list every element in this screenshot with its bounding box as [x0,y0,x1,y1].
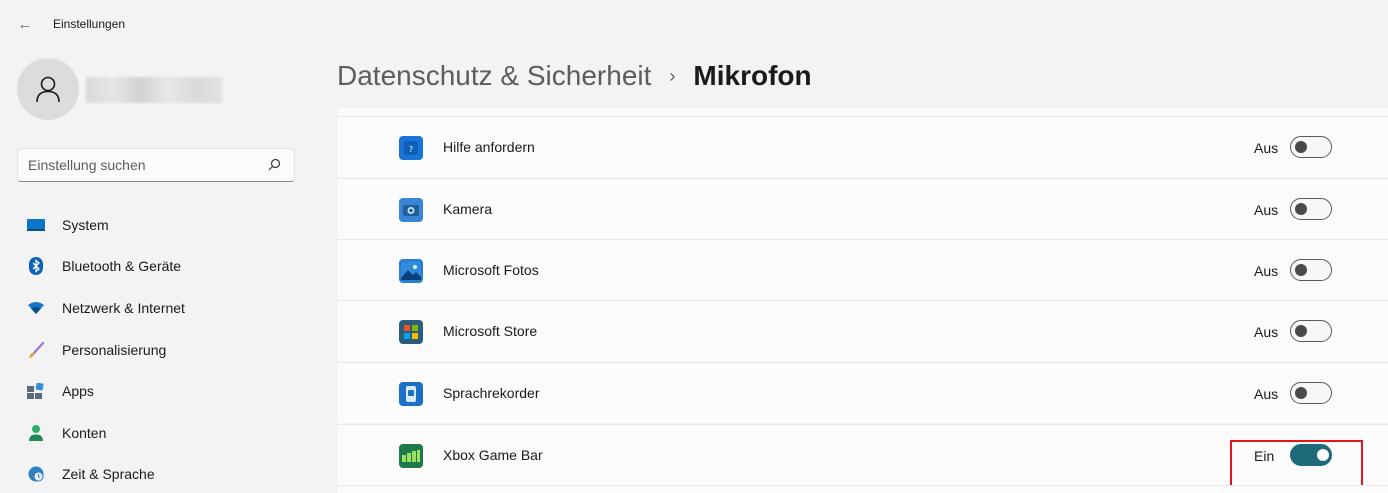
person-icon [36,76,60,103]
sidebar-item-time-language[interactable]: Zeit & Sprache [17,454,307,493]
search-input[interactable] [28,155,258,175]
toggle-knob [1295,203,1307,215]
mic-access-toggle[interactable] [1290,136,1332,158]
page-title: Mikrofon [693,60,812,91]
sidebar-item-label: Konten [62,424,107,441]
list-item-camera: Kamera Aus [338,178,1388,239]
search-icon[interactable] [266,157,282,173]
toggle-knob [1295,387,1307,399]
avatar[interactable] [17,58,79,120]
title-bar: ← Einstellungen [0,0,1388,50]
toggle-knob [1295,141,1307,153]
sidebar-item-label: System [62,216,109,233]
search-box[interactable] [17,148,295,182]
app-permission-list: ? Hilfe anfordern Aus Kamera Aus Microso… [338,108,1388,493]
toggle-state-label: Aus [1254,386,1279,402]
toggle-knob [1295,264,1307,276]
app-name: Kamera [443,201,493,217]
sidebar-item-label: Bluetooth & Geräte [62,258,182,275]
highlight-box [1230,440,1363,488]
sidebar-item-system[interactable]: System [17,204,307,246]
toggle-state-label: Aus [1254,324,1279,340]
mic-access-toggle[interactable] [1290,198,1332,220]
app-name: Hilfe anfordern [443,139,535,155]
app-name: Microsoft Fotos [443,262,539,278]
list-item-recorder: Sprachrekorder Aus [338,362,1388,423]
app-title: Einstellungen [53,17,126,31]
toggle-state-label: Aus [1254,263,1279,279]
toggle-state-label: Aus [1254,140,1279,156]
sidebar-item-apps[interactable]: Apps [17,370,307,412]
svg-text:?: ? [409,145,413,154]
username-redacted [86,77,222,103]
breadcrumb: Datenschutz & Sicherheit › Mikrofon [337,60,812,92]
app-name: Xbox Game Bar [443,447,543,463]
wifi-icon [27,299,45,317]
help-app-icon: ? [399,136,423,160]
chevron-right-icon: › [669,65,676,86]
mic-access-toggle[interactable] [1290,259,1332,281]
apps-icon [27,382,45,400]
list-item-photos: Microsoft Fotos Aus [338,239,1388,300]
mic-access-toggle[interactable] [1290,320,1332,342]
list-item-xbox-game-bar: Xbox Game Bar Ein [338,424,1388,488]
photos-app-icon [399,259,423,283]
list-item-partial [338,485,1388,493]
display-icon [27,216,45,234]
sidebar-item-label: Netzwerk & Internet [62,299,185,316]
bluetooth-icon [27,257,45,276]
sidebar-item-label: Personalisierung [62,341,167,358]
list-item-help: ? Hilfe anfordern Aus [338,116,1388,177]
app-name: Microsoft Store [443,323,538,339]
back-arrow-icon[interactable]: ← [14,14,36,36]
store-app-icon [399,320,423,344]
sidebar-item-label: Apps [62,383,94,400]
brush-icon [27,341,45,359]
breadcrumb-parent[interactable]: Datenschutz & Sicherheit [337,60,651,92]
sidebar-item-label: Zeit & Sprache [62,466,155,483]
xbox-game-bar-icon [399,444,423,468]
toggle-knob [1295,325,1307,337]
sidebar-item-accounts[interactable]: Konten [17,412,307,454]
camera-app-icon [399,198,423,222]
globe-clock-icon [27,465,45,483]
app-name: Sprachrekorder [443,385,540,401]
mic-access-toggle[interactable] [1290,382,1332,404]
sidebar-item-network[interactable]: Netzwerk & Internet [17,287,307,329]
list-item-partial [338,108,1388,116]
person-icon [27,424,45,442]
list-item-store: Microsoft Store Aus [338,300,1388,361]
sidebar-item-personalization[interactable]: Personalisierung [17,329,307,371]
sidebar-item-bluetooth[interactable]: Bluetooth & Geräte [17,246,307,288]
toggle-state-label: Aus [1254,202,1279,218]
sidebar-nav: System Bluetooth & Geräte Netzwerk & Int… [17,204,307,493]
recorder-app-icon [399,382,423,406]
